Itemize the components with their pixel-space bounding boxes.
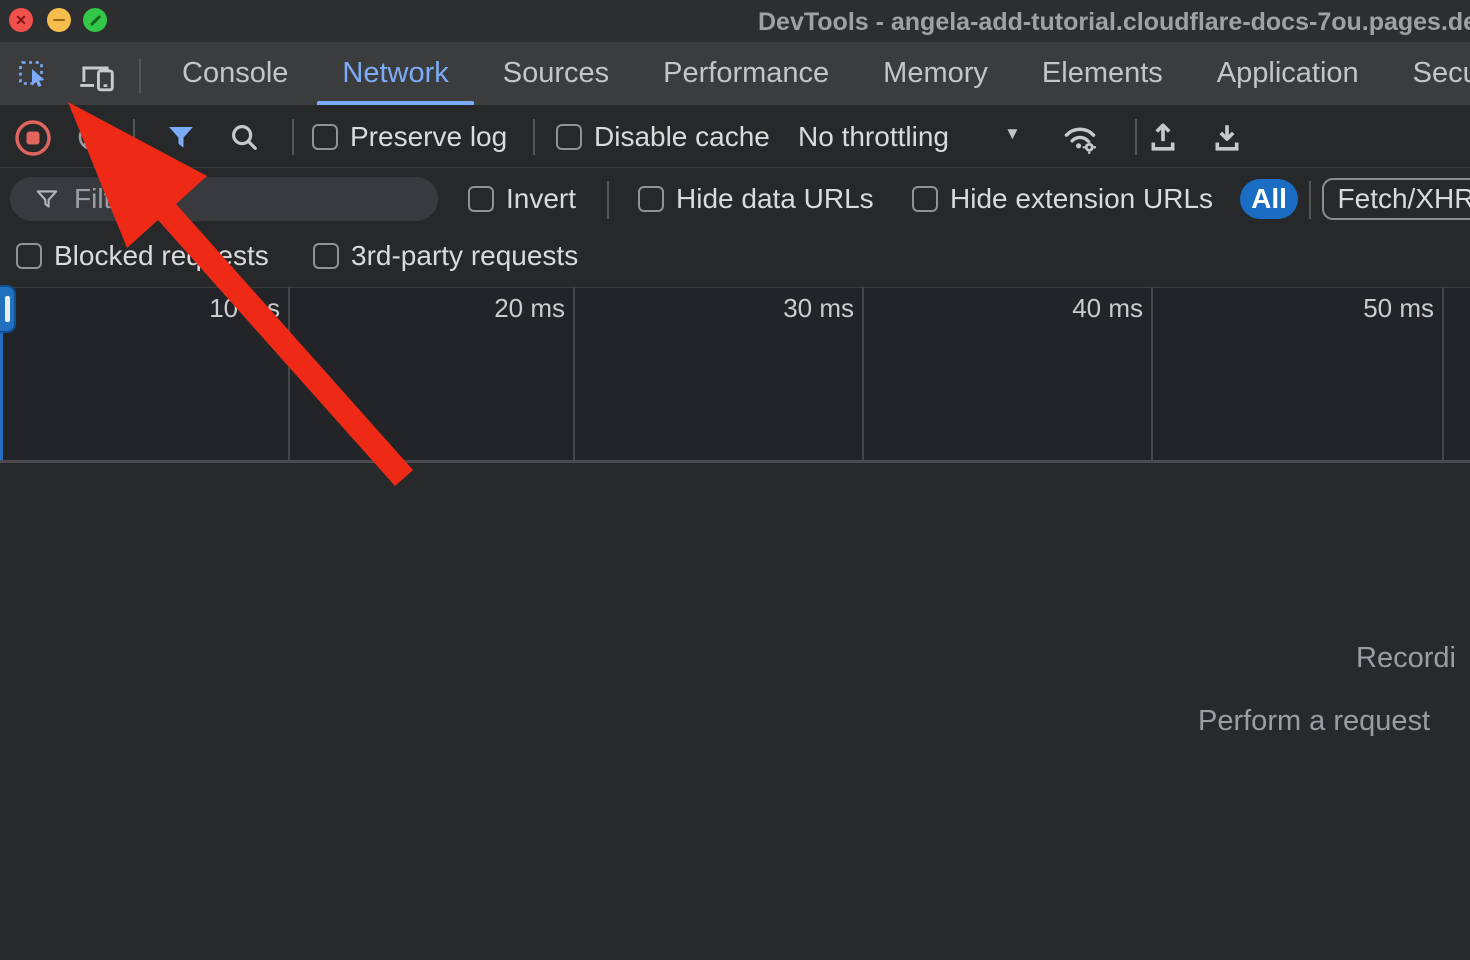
panel-tabs: Console Network Sources Performance Memo…	[155, 42, 1470, 105]
third-party-requests-label[interactable]: 3rd-party requests	[351, 239, 578, 273]
funnel-outline-icon	[34, 186, 60, 212]
overview-range-edge	[0, 333, 3, 460]
preserve-log-checkbox[interactable]	[312, 124, 338, 150]
overview-tick-label: 40 ms	[1053, 293, 1143, 324]
toolbar-separator	[1135, 119, 1137, 155]
tab-sources[interactable]: Sources	[476, 42, 636, 105]
third-party-requests-checkbox[interactable]	[313, 243, 339, 269]
overview-gridline	[862, 287, 864, 460]
overview-gridline	[1442, 287, 1444, 460]
filter-separator	[607, 181, 609, 219]
filter-input[interactable]	[74, 183, 404, 215]
overview-tick-label: 50 ms	[1344, 293, 1434, 324]
tab-network[interactable]: Network	[315, 42, 475, 105]
preserve-log-label[interactable]: Preserve log	[350, 120, 507, 154]
hide-extension-urls-label[interactable]: Hide extension URLs	[950, 182, 1213, 216]
invert-checkbox[interactable]	[468, 186, 494, 212]
overview-tick-label: 30 ms	[764, 293, 854, 324]
overview-gridline	[1151, 287, 1153, 460]
window-title: DevTools - angela-add-tutorial.cloudflar…	[758, 8, 1470, 37]
fullscreen-disabled-icon	[89, 14, 100, 25]
stop-recording-button[interactable]	[13, 118, 53, 163]
chevron-down-icon[interactable]: ▼	[1004, 124, 1021, 144]
active-tab-underline	[317, 101, 473, 105]
device-toolbar-icon	[78, 60, 116, 92]
inspect-cursor-icon	[16, 58, 50, 92]
inspect-element-button[interactable]	[16, 58, 50, 97]
tab-label: Elements	[1042, 57, 1163, 90]
blocked-requests-label[interactable]: Blocked requests	[54, 239, 269, 273]
tab-label: Security	[1413, 57, 1470, 90]
throttling-select[interactable]: No throttling	[798, 120, 949, 154]
overview-range-handle[interactable]	[0, 285, 16, 333]
tab-elements[interactable]: Elements	[1015, 42, 1190, 105]
filter-input-container[interactable]	[10, 177, 438, 221]
wifi-gear-icon	[1060, 118, 1100, 158]
overview-gridline	[288, 287, 290, 460]
request-type-fetch-xhr-chip[interactable]: Fetch/XHR	[1322, 178, 1470, 220]
fullscreen-window-button[interactable]	[83, 8, 107, 32]
funnel-icon	[166, 122, 196, 152]
overview-tick-label: 20 ms	[475, 293, 565, 324]
network-conditions-button[interactable]	[1060, 118, 1100, 163]
tab-label: Console	[182, 57, 288, 90]
minimize-window-button[interactable]	[47, 8, 71, 32]
filter-toggle-button[interactable]	[166, 122, 196, 157]
toggle-device-toolbar-button[interactable]	[78, 60, 116, 97]
upload-icon	[1146, 119, 1180, 155]
request-type-all-chip[interactable]: All	[1240, 179, 1298, 219]
search-button[interactable]	[229, 122, 259, 157]
tab-application[interactable]: Application	[1190, 42, 1386, 105]
tab-label: Performance	[663, 57, 829, 90]
handle-grip	[5, 296, 10, 322]
tab-performance[interactable]: Performance	[636, 42, 856, 105]
tab-memory[interactable]: Memory	[856, 42, 1015, 105]
tab-label: Sources	[503, 57, 609, 90]
tabbar-separator	[139, 59, 141, 93]
export-har-button[interactable]	[1210, 119, 1244, 160]
tab-label: Network	[342, 57, 448, 90]
tab-label: Memory	[883, 57, 988, 90]
tab-console[interactable]: Console	[155, 42, 315, 105]
overview-gridline	[573, 287, 575, 460]
tab-label: Application	[1217, 57, 1359, 90]
toolbar-separator	[292, 119, 294, 155]
clear-network-log-button[interactable]	[77, 122, 107, 157]
overview-tick-label: 10 ms	[190, 293, 280, 324]
disable-cache-checkbox[interactable]	[556, 124, 582, 150]
hide-data-urls-checkbox[interactable]	[638, 186, 664, 212]
clear-icon	[77, 122, 107, 152]
toolbar-separator	[533, 119, 535, 155]
recording-status-text: Recordi	[1356, 642, 1456, 675]
perform-request-hint-text: Perform a request	[1198, 705, 1430, 738]
search-icon	[229, 122, 259, 152]
tab-security[interactable]: Security	[1386, 42, 1470, 105]
toolbar-separator	[133, 119, 135, 155]
close-window-button[interactable]: ✕	[9, 8, 33, 32]
hide-data-urls-label[interactable]: Hide data URLs	[676, 182, 874, 216]
minimize-icon	[53, 19, 65, 22]
devtools-window: ✕ DevTools - angela-add-tutorial.cloudfl…	[0, 0, 1470, 960]
download-icon	[1210, 119, 1244, 155]
disable-cache-label[interactable]: Disable cache	[594, 120, 770, 154]
import-har-button[interactable]	[1146, 119, 1180, 160]
hide-extension-urls-checkbox[interactable]	[912, 186, 938, 212]
filter-separator	[1309, 181, 1311, 219]
invert-label[interactable]: Invert	[506, 182, 576, 216]
blocked-requests-checkbox[interactable]	[16, 243, 42, 269]
record-stop-icon	[13, 118, 53, 158]
